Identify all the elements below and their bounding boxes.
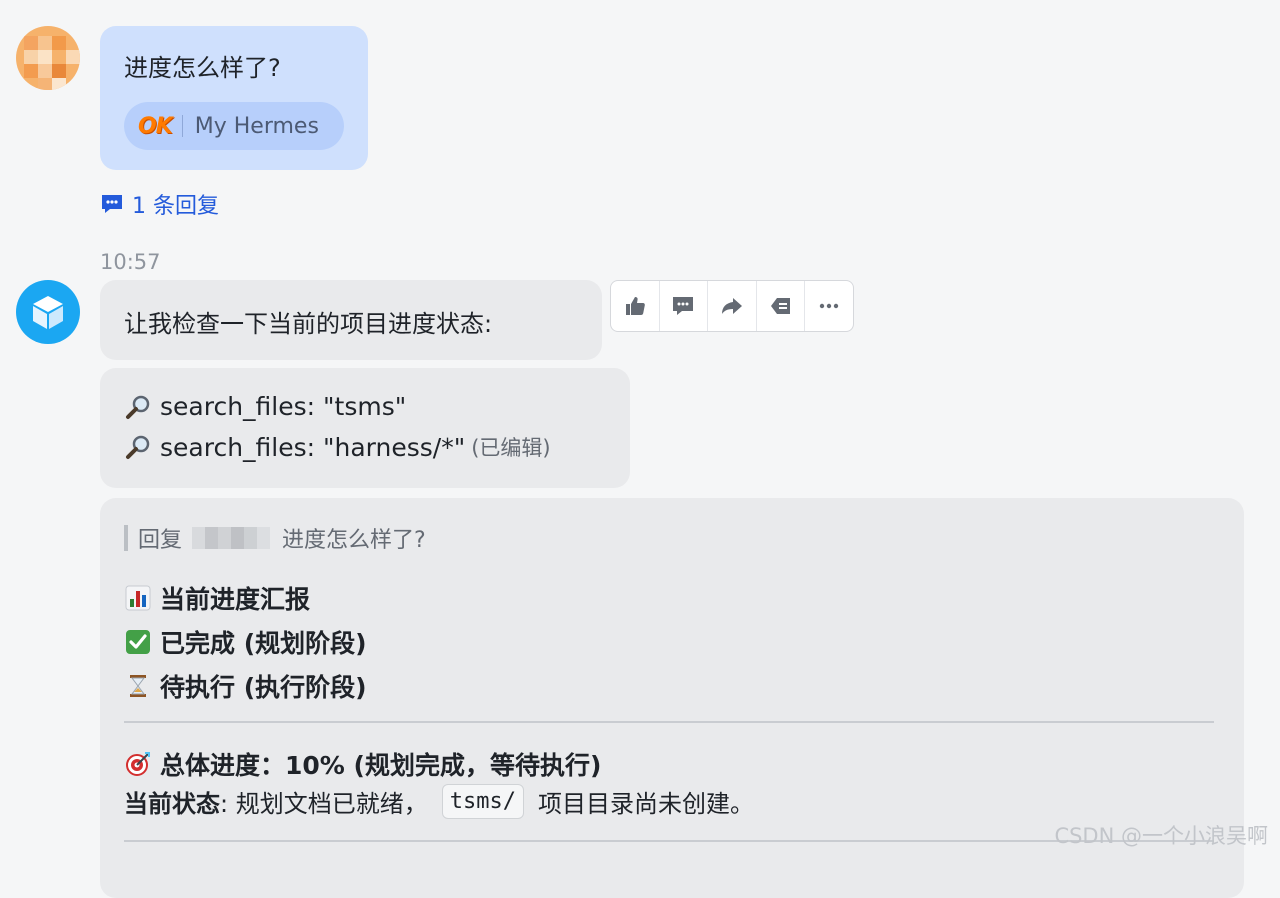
divider <box>124 840 1214 842</box>
thumbs-up-icon <box>625 297 645 315</box>
tool-call-line: search_files: "harness/*" (已编辑) <box>124 432 551 462</box>
overall-progress: 总体进度：10% (规划完成，等待执行) <box>124 746 601 782</box>
reply-bubble-icon <box>102 195 122 213</box>
more-button[interactable] <box>805 281 853 331</box>
tool-call-line: search_files: "tsms" <box>124 392 406 421</box>
report-heading: 当前进度汇报 <box>124 580 310 616</box>
comment-button[interactable] <box>660 281 709 331</box>
bar-chart-icon <box>124 584 152 612</box>
hourglass-icon <box>124 672 152 700</box>
mention-chip[interactable]: OK My Hermes <box>124 102 344 150</box>
quote-prefix: 回复 <box>138 528 183 553</box>
bot-message-bubble-2: search_files: "tsms" search_files: "harn… <box>100 368 630 488</box>
status-line: 当前状态 : 规划文档已就绪， tsms/ 项目目录尚未创建。 <box>124 784 754 819</box>
status-label: 当前状态 <box>124 790 220 818</box>
magnifier-icon <box>126 395 150 419</box>
reply-button[interactable] <box>757 281 806 331</box>
reply-icon <box>770 298 790 314</box>
reply-count-label: 1 条回复 <box>132 194 219 219</box>
quote-text: 进度怎么样了? <box>282 528 426 553</box>
tool-call-text: search_files: "tsms" <box>160 392 407 421</box>
reply-quote[interactable]: 回复 进度怎么样了? <box>124 522 426 554</box>
divider <box>124 721 1214 723</box>
more-icon <box>819 303 839 309</box>
cube-icon <box>33 296 63 329</box>
blurred-username <box>192 527 271 549</box>
status-before: : 规划文档已就绪， <box>220 790 428 818</box>
ok-brand-icon: OK <box>138 113 173 139</box>
thumbs-up-button[interactable] <box>611 281 660 331</box>
heading-text: 已完成 (规划阶段) <box>160 629 367 658</box>
user-avatar[interactable] <box>16 26 80 90</box>
bot-message-text: 让我检查一下当前的项目进度状态: <box>124 310 493 338</box>
status-after: 项目目录尚未创建。 <box>537 790 754 818</box>
heading-text: 待执行 (执行阶段) <box>160 673 367 702</box>
forward-button[interactable] <box>708 281 757 331</box>
user-message-bubble: 进度怎么样了? OK My Hermes <box>100 26 368 170</box>
edited-label: (已编辑) <box>471 436 551 460</box>
message-timestamp: 10:57 <box>100 250 161 274</box>
forward-icon <box>721 298 742 314</box>
target-icon <box>124 750 152 778</box>
magnifier-icon <box>126 435 150 459</box>
overall-progress-text: 总体进度：10% (规划完成，等待执行) <box>160 751 602 780</box>
bot-avatar[interactable] <box>16 280 80 344</box>
reply-count-link[interactable]: 1 条回复 <box>100 188 219 220</box>
completed-heading: 已完成 (规划阶段) <box>124 624 367 660</box>
message-action-toolbar <box>610 280 854 332</box>
tool-call-text: search_files: "harness/*" <box>160 432 466 462</box>
user-message-text: 进度怎么样了? <box>124 54 281 82</box>
comment-icon <box>673 297 694 315</box>
chip-name: My Hermes <box>194 113 319 139</box>
pending-heading: 待执行 (执行阶段) <box>124 668 367 704</box>
chip-divider <box>181 115 183 137</box>
bot-message-bubble-1: 让我检查一下当前的项目进度状态: <box>100 280 602 360</box>
heading-text: 当前进度汇报 <box>160 585 311 614</box>
inline-code: tsms/ <box>441 784 524 819</box>
quote-bar <box>124 525 128 551</box>
watermark: CSDN @一个小浪吴啊 <box>1054 824 1268 848</box>
check-mark-icon <box>124 628 152 656</box>
